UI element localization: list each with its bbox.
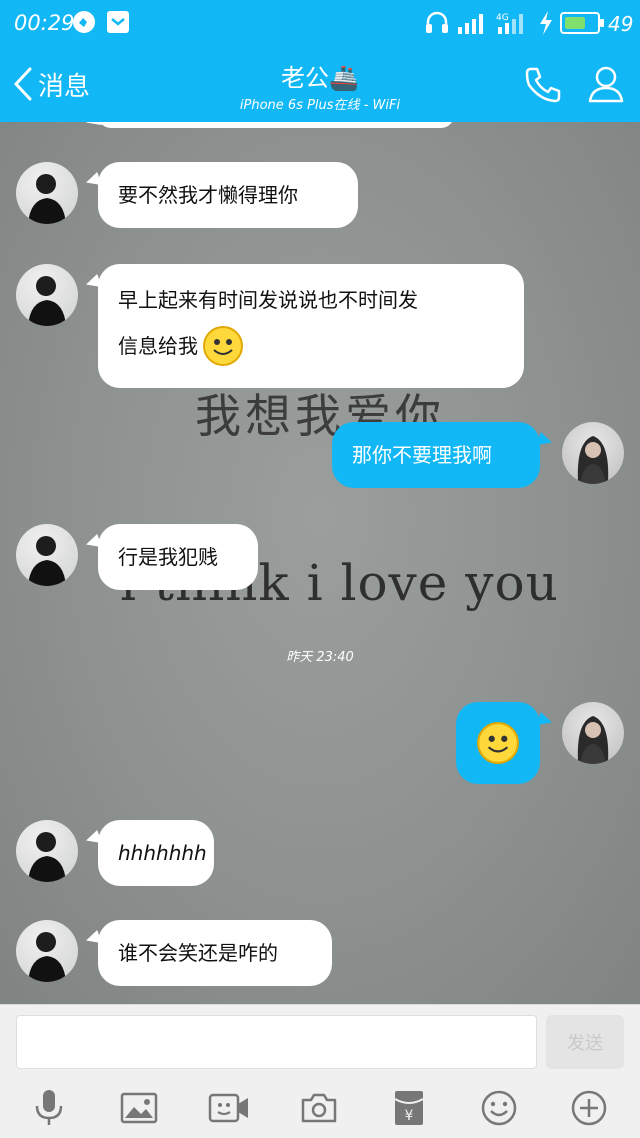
message-text: 要不然我才懒得理你 xyxy=(118,183,298,207)
contact-avatar[interactable] xyxy=(16,820,78,882)
message-bubble[interactable]: 行是我犯贱 xyxy=(98,524,258,590)
phone-call-button[interactable] xyxy=(522,64,564,110)
contact-avatar[interactable] xyxy=(16,162,78,224)
message-timestamp: 昨天 23:40 xyxy=(286,650,354,665)
app-notification-icon xyxy=(72,10,96,38)
svg-text:4G: 4G xyxy=(496,13,509,23)
message-bubble-partial[interactable] xyxy=(98,122,454,128)
message-bubble[interactable]: 早上起来有时间发说说也不时间发 信息给我 xyxy=(98,264,524,388)
charging-icon xyxy=(538,10,554,40)
message-bubble[interactable]: hhhhhhh xyxy=(98,820,214,886)
message-text: 谁不会笑还是咋的 xyxy=(118,941,278,965)
mic-icon[interactable] xyxy=(26,1085,72,1131)
red-packet-icon[interactable]: ¥ xyxy=(386,1085,432,1131)
message-bubble[interactable]: 要不然我才懒得理你 xyxy=(98,162,358,228)
person-icon xyxy=(588,66,624,103)
camera-icon[interactable] xyxy=(296,1085,342,1131)
contact-avatar[interactable] xyxy=(16,524,78,586)
composer: 发送 ¥ xyxy=(0,1004,640,1138)
send-button[interactable]: 发送 xyxy=(546,1015,624,1069)
battery-percentage: 49 xyxy=(608,12,634,36)
video-icon[interactable] xyxy=(206,1085,252,1131)
headphones-icon xyxy=(424,10,450,40)
chat-area[interactable]: 我想我爱你 i think i love you 要不然我才懒得理你 早上起来有… xyxy=(0,122,640,1004)
status-time: 00:29 xyxy=(14,11,75,35)
message-notification-icon xyxy=(106,10,130,38)
image-icon[interactable] xyxy=(116,1085,162,1131)
plus-icon[interactable] xyxy=(566,1085,612,1131)
status-bar: 00:29 4G 49 xyxy=(0,0,640,48)
message-bubble-own[interactable]: 那你不要理我啊 xyxy=(332,422,540,488)
contact-profile-button[interactable] xyxy=(586,64,626,108)
message-bubble[interactable]: 谁不会笑还是咋的 xyxy=(98,920,332,986)
emoji-icon[interactable] xyxy=(476,1085,522,1131)
chat-header: 消息 老公🚢 iPhone 6s Plus在线 - WiFi xyxy=(0,48,640,122)
smile-emoji-icon xyxy=(203,326,243,366)
message-bubble-own[interactable] xyxy=(456,702,540,784)
message-text: 那你不要理我啊 xyxy=(352,443,492,467)
message-text: hhhhhhh xyxy=(118,841,207,865)
message-text: 行是我犯贱 xyxy=(118,545,218,569)
contact-avatar[interactable] xyxy=(16,920,78,982)
message-text-line2: 信息给我 xyxy=(118,334,198,358)
contact-avatar[interactable] xyxy=(16,264,78,326)
own-avatar[interactable] xyxy=(562,702,624,764)
battery-icon xyxy=(560,12,604,34)
message-text-line1: 早上起来有时间发说说也不时间发 xyxy=(118,288,418,312)
phone-icon xyxy=(525,67,561,103)
message-input[interactable] xyxy=(16,1015,537,1069)
signal-icon xyxy=(456,10,490,40)
own-avatar[interactable] xyxy=(562,422,624,484)
svg-text:¥: ¥ xyxy=(405,1108,414,1124)
smile-emoji-icon xyxy=(477,722,519,764)
signal-4g-icon: 4G xyxy=(494,10,534,40)
